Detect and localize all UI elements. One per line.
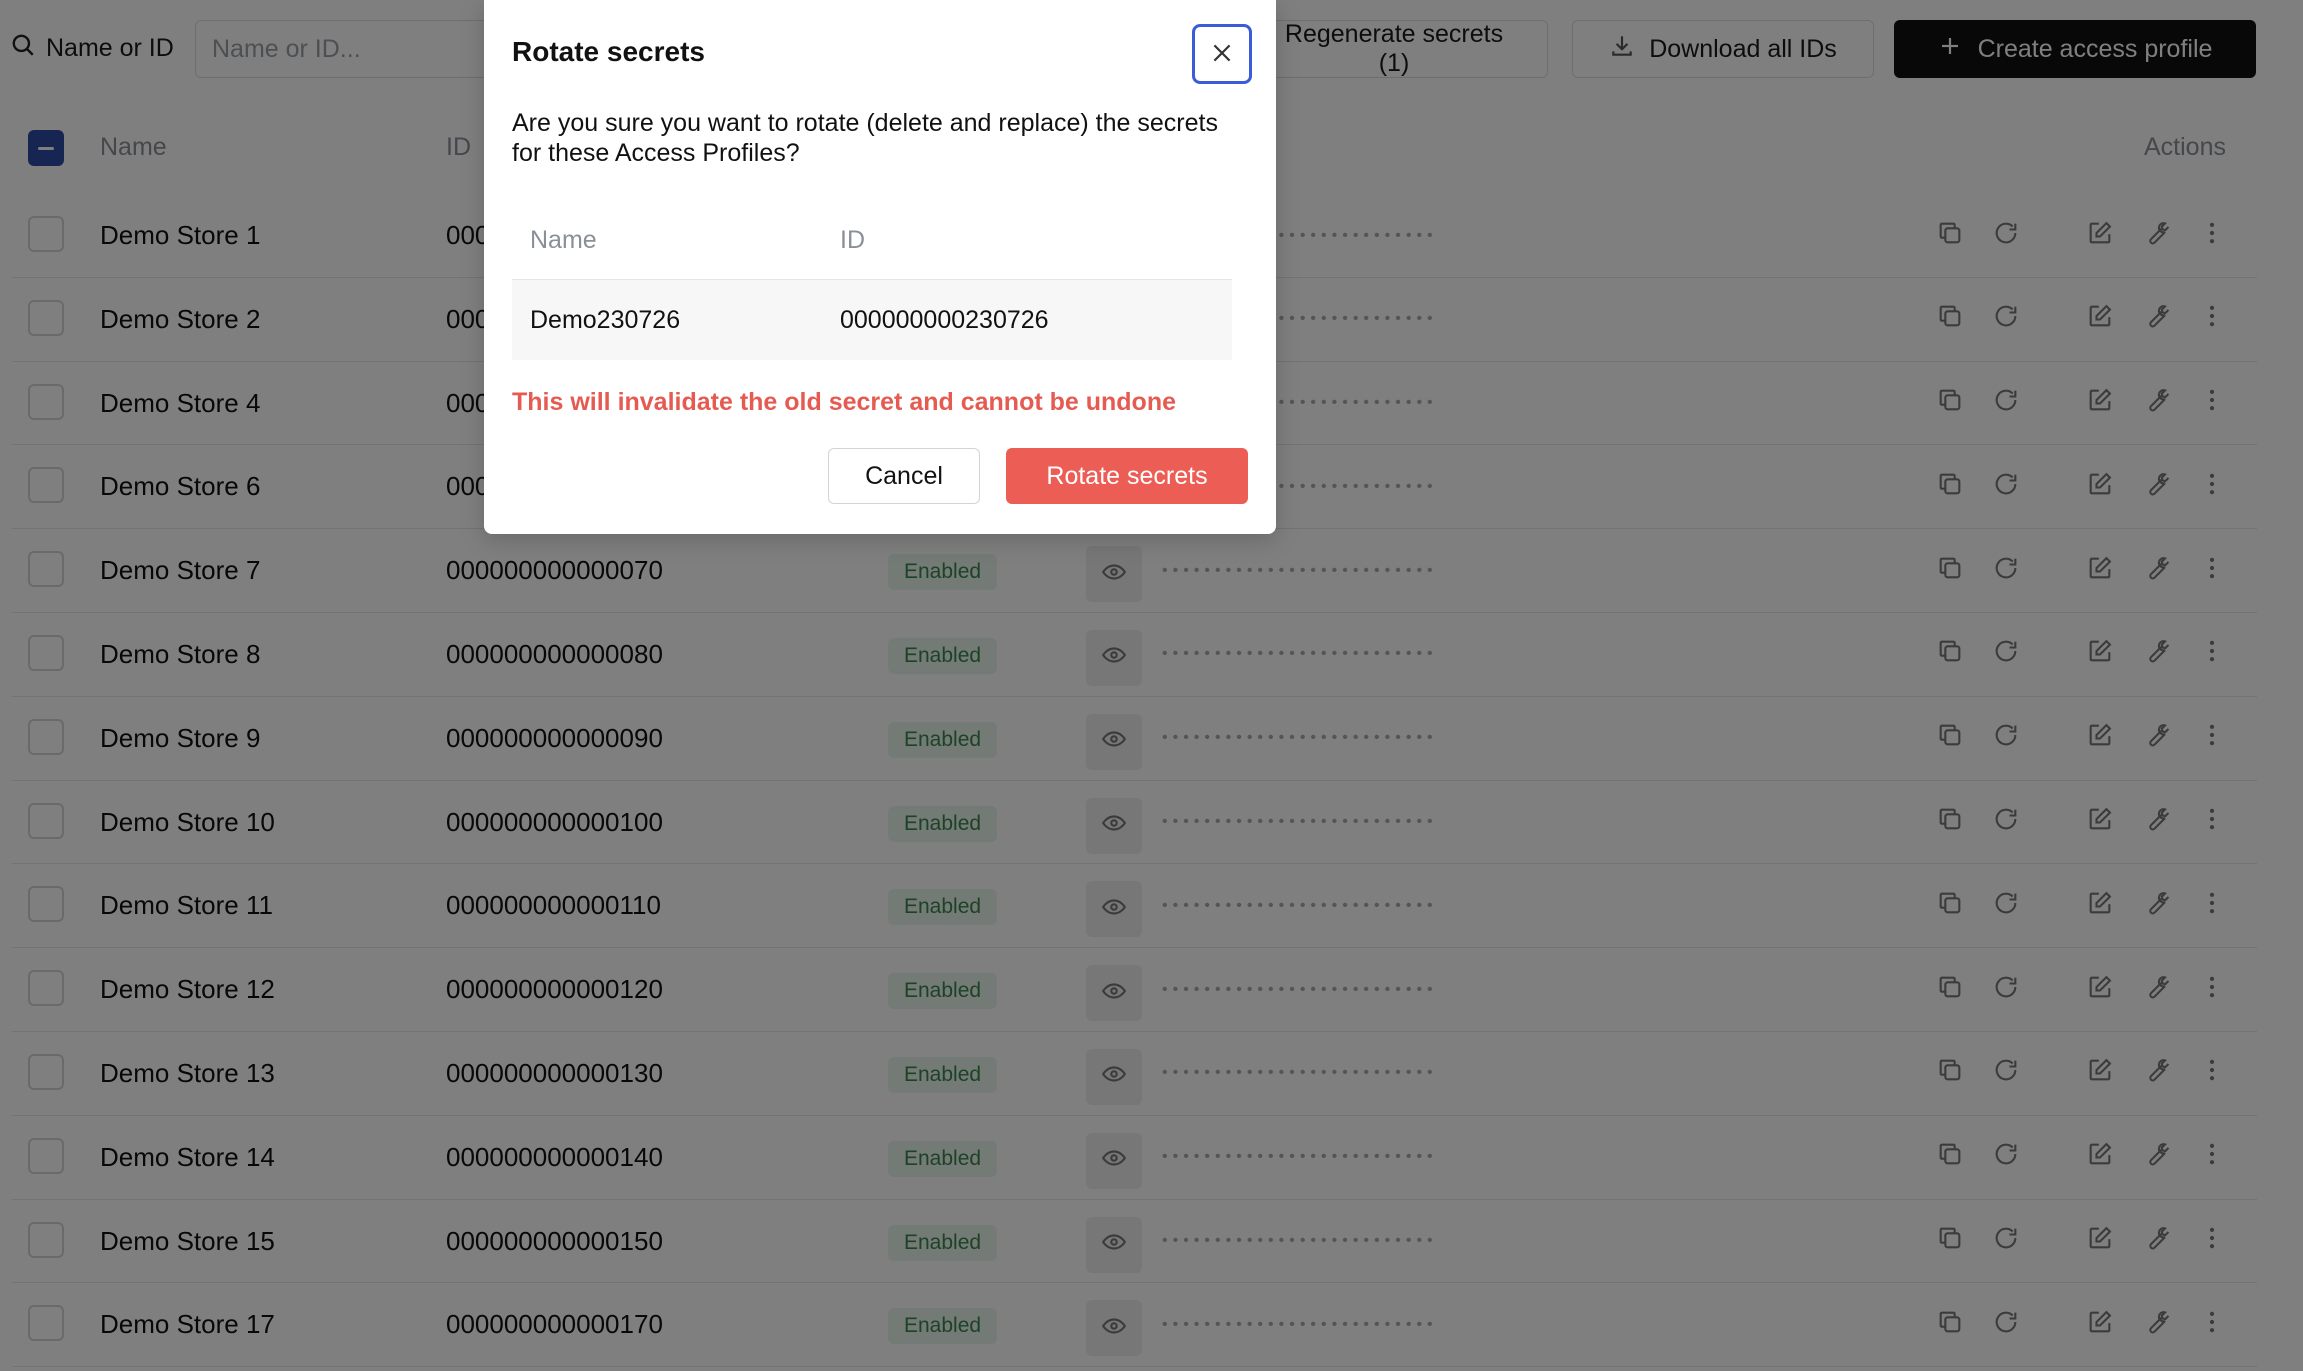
dialog-profiles-table: Name ID Demo230726 000000000230726 bbox=[512, 200, 1232, 360]
dialog-table-row: Demo230726 000000000230726 bbox=[512, 280, 1232, 360]
dialog-warning: This will invalidate the old secret and … bbox=[512, 388, 1176, 416]
rotate-secrets-dialog: Rotate secrets Are you sure you want to … bbox=[484, 0, 1276, 534]
dialog-row-name: Demo230726 bbox=[530, 305, 681, 334]
close-icon bbox=[1209, 40, 1235, 69]
cancel-button[interactable]: Cancel bbox=[828, 448, 980, 504]
rotate-secrets-button[interactable]: Rotate secrets bbox=[1006, 448, 1248, 504]
close-dialog-button[interactable] bbox=[1192, 24, 1252, 84]
dialog-table-header: Name ID bbox=[512, 200, 1232, 280]
dialog-column-name: Name bbox=[530, 225, 597, 254]
dialog-column-id: ID bbox=[840, 225, 865, 254]
dialog-title: Rotate secrets bbox=[512, 36, 705, 67]
dialog-row-id: 000000000230726 bbox=[840, 305, 1049, 334]
access-profiles-page: Name or ID Regenerate secrets (1) Downlo… bbox=[0, 0, 2303, 1371]
dialog-message: Are you sure you want to rotate (delete … bbox=[512, 109, 1218, 167]
